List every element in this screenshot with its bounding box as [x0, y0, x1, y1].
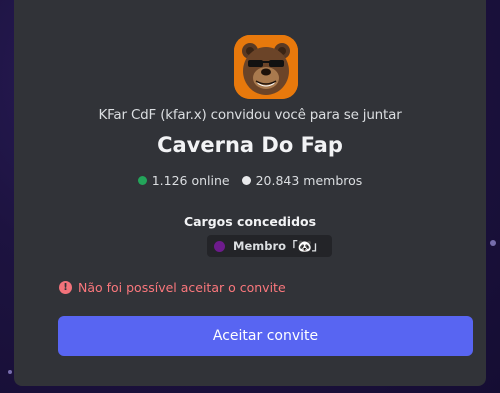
role-label: Membro「🐼」: [233, 239, 324, 253]
member-count-label: 20.843 membros: [255, 173, 363, 188]
online-count-label: 1.126 online: [151, 173, 230, 188]
server-name: Caverna Do Fap: [157, 133, 343, 157]
server-stats: 1.126 online 20.843 membros: [14, 173, 486, 188]
server-avatar: [234, 35, 298, 99]
online-status-icon: [137, 176, 147, 185]
bear-with-sunglasses-icon: [234, 35, 298, 99]
alert-icon: !: [59, 281, 72, 294]
roles-title: Cargos concedidos: [183, 214, 317, 229]
accept-invite-button[interactable]: Aceitar convite: [58, 316, 473, 356]
error-message: ! Não foi possível aceitar o convite: [59, 280, 286, 295]
member-count: 20.843 membros: [241, 173, 363, 188]
error-text: Não foi possível aceitar o convite: [78, 280, 286, 295]
role-color-icon: [214, 240, 225, 252]
background-sparkle: [490, 240, 496, 246]
inviter-text: KFar CdF (kfar.x) convidou você para se …: [98, 107, 402, 123]
invite-card: KFar CdF (kfar.x) convidou você para se …: [14, 0, 486, 386]
role-badge: Membro「🐼」: [207, 235, 333, 257]
online-count: 1.126 online: [137, 173, 230, 188]
background-sparkle: [8, 370, 12, 374]
members-status-icon: [241, 176, 251, 185]
